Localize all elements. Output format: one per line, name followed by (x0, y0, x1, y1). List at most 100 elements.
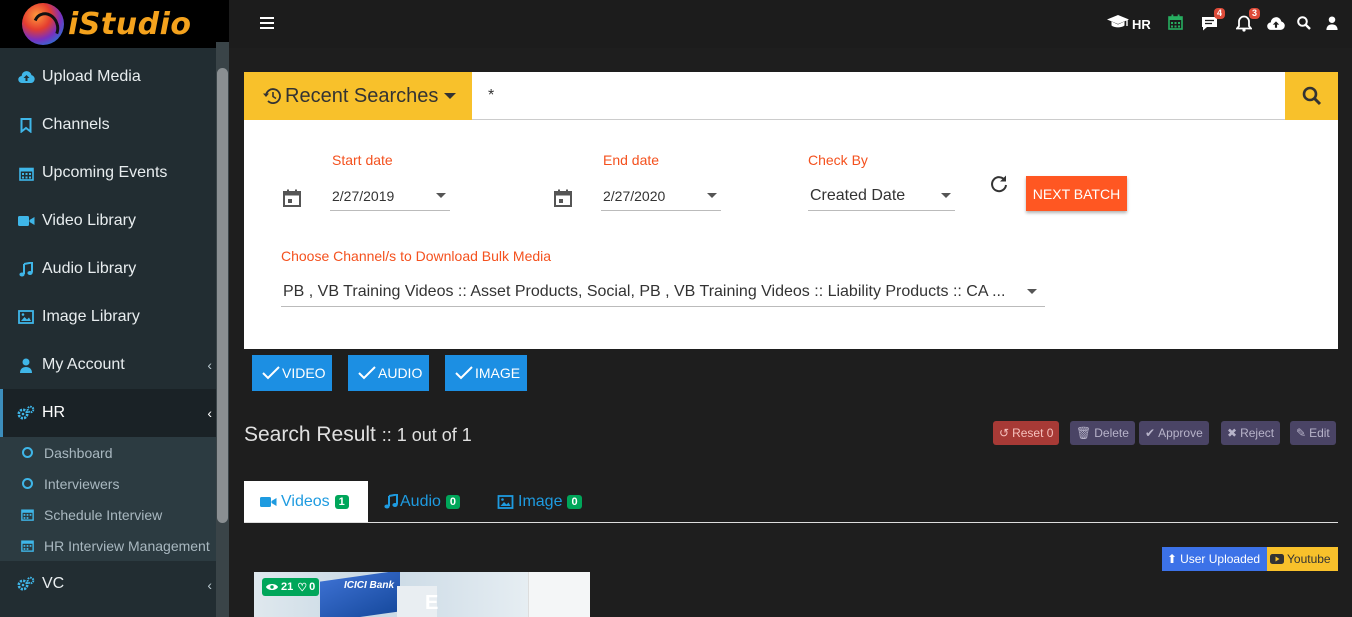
user-icon[interactable] (1326, 16, 1338, 33)
upload-icon: ⬆ (1167, 552, 1178, 566)
app-logo[interactable]: iStudio (0, 0, 229, 48)
youtube-icon (1270, 554, 1284, 564)
youtube-label: Youtube (1287, 552, 1331, 566)
sidebar-item-my-account[interactable]: My Account ‹ (0, 341, 229, 389)
sidebar-subitem-interviewers[interactable]: Interviewers (0, 468, 229, 499)
calendar-icon (17, 164, 35, 182)
filter-panel: Start date 2/27/2019 End date 2/27/2020 … (244, 120, 1338, 349)
sidebar-item-label: Audio Library (42, 260, 137, 277)
hamburger-menu-icon[interactable] (260, 17, 274, 29)
search-button[interactable] (1285, 72, 1338, 120)
sidebar-subitem-label: Interviewers (44, 475, 120, 492)
graduation-cap-icon[interactable] (1107, 15, 1129, 32)
eye-icon (266, 583, 278, 591)
sidebar-item-upcoming-events[interactable]: Upcoming Events (0, 149, 229, 197)
image-icon (17, 308, 35, 326)
calendar-icon[interactable] (553, 188, 573, 208)
caret-down-icon (707, 193, 717, 198)
caret-down-icon (941, 193, 951, 198)
gears-icon (17, 575, 35, 593)
end-date-select[interactable]: 2/27/2020 (601, 181, 721, 211)
start-date-value: 2/27/2019 (332, 187, 395, 204)
start-date-label: Start date (332, 152, 393, 168)
check-by-select[interactable]: Created Date (808, 181, 955, 211)
reject-button[interactable]: ✖ Reject (1221, 421, 1281, 445)
edit-label: Edit (1309, 426, 1330, 440)
video-camera-icon (17, 212, 35, 230)
chevron-left-icon: ‹ (207, 577, 212, 593)
cloud-upload-icon (17, 68, 35, 86)
sidebar: iStudio Upload Media Channels Upcoming E… (0, 0, 229, 617)
sidebar-item-label: HR (42, 404, 66, 421)
calendar-icon (20, 508, 34, 522)
image-type-toggle[interactable]: IMAGE (445, 355, 527, 391)
check-icon: ✔ (1145, 426, 1156, 440)
check-by-value: Created Date (810, 186, 906, 204)
thumbnail-letter: E (425, 592, 439, 614)
sidebar-item-audio-library[interactable]: Audio Library (0, 245, 229, 293)
bookmark-icon (17, 116, 35, 134)
sidebar-subitem-label: Dashboard (44, 444, 113, 461)
tab-label: Audio (400, 492, 441, 510)
video-type-toggle[interactable]: VIDEO (252, 355, 332, 391)
recent-searches-label: Recent Searches (285, 84, 439, 107)
sidebar-item-channels[interactable]: Channels (0, 101, 229, 149)
sidebar-item-label: Video Library (42, 212, 136, 229)
sidebar-item-video-library[interactable]: Video Library (0, 197, 229, 245)
calendar-icon[interactable] (282, 188, 302, 208)
next-batch-button[interactable]: NEXT BATCH (1026, 176, 1127, 211)
media-tabs: Videos 1 Audio 0 Image 0 (244, 481, 1338, 523)
video-camera-icon (260, 496, 277, 508)
reset-button[interactable]: ↺ Reset 0 (993, 421, 1060, 445)
tab-image[interactable]: Image 0 (481, 481, 598, 522)
tab-audio[interactable]: Audio 0 (368, 481, 476, 522)
cloud-upload-icon[interactable] (1266, 16, 1286, 34)
hr-submenu: Dashboard Interviewers Schedule Intervie… (0, 437, 229, 561)
notifications-count-badge: 3 (1249, 8, 1261, 19)
reject-label: Reject (1240, 426, 1275, 440)
media-stats-badge: 21 ♡ 0 (262, 578, 320, 596)
thumbnail-logo-text: ICICI Bank (344, 580, 395, 591)
user-uploaded-filter[interactable]: ⬆ User Uploaded (1162, 547, 1267, 571)
checkmark-icon (455, 366, 473, 380)
sidebar-subitem-schedule-interview[interactable]: Schedule Interview (0, 499, 229, 530)
search-icon (1302, 86, 1322, 106)
search-input[interactable] (472, 72, 1285, 120)
sidebar-item-upload-media[interactable]: Upload Media (0, 53, 229, 101)
refresh-icon[interactable] (989, 174, 1009, 199)
user-role-label[interactable]: HR (1132, 17, 1151, 32)
sidebar-item-label: Channels (42, 116, 110, 133)
youtube-filter[interactable]: Youtube (1267, 547, 1338, 571)
calendar-icon[interactable] (1168, 14, 1183, 33)
search-result-heading: Search Result :: 1 out of 1 (244, 423, 472, 447)
recent-searches-dropdown[interactable]: Recent Searches (244, 72, 472, 120)
thumbnail-building-graphic (320, 572, 400, 617)
sidebar-item-hr[interactable]: HR ‹ (0, 389, 229, 437)
tab-videos[interactable]: Videos 1 (244, 481, 368, 522)
channels-label: Choose Channel/s to Download Bulk Media (281, 248, 552, 264)
sidebar-item-vc[interactable]: VC ‹ (0, 561, 229, 607)
caret-down-icon (436, 193, 446, 198)
sidebar-item-image-library[interactable]: Image Library (0, 293, 229, 341)
edit-button[interactable]: ✎ Edit (1290, 421, 1336, 445)
checkmark-icon (262, 366, 280, 380)
chevron-left-icon: ‹ (207, 357, 212, 373)
end-date-label: End date (603, 152, 660, 168)
user-icon (17, 356, 35, 374)
audio-type-toggle[interactable]: AUDIO (348, 355, 429, 391)
image-type-label: IMAGE (475, 365, 521, 381)
start-date-select[interactable]: 2/27/2019 (330, 181, 450, 211)
user-uploaded-label: User Uploaded (1180, 552, 1261, 566)
history-icon (262, 87, 282, 105)
search-icon[interactable] (1297, 16, 1311, 33)
sidebar-subitem-dashboard[interactable]: Dashboard (0, 437, 229, 468)
delete-button[interactable]: 🗑 Delete (1070, 421, 1135, 445)
sidebar-nav: Upload Media Channels Upcoming Events Vi… (0, 48, 229, 607)
channels-select[interactable]: PB , VB Training Videos :: Asset Product… (281, 277, 1045, 307)
sidebar-subitem-hr-interview-management[interactable]: HR Interview Management (0, 530, 229, 561)
sidebar-item-label: Upload Media (42, 68, 141, 85)
approve-button[interactable]: ✔ Approve (1139, 421, 1209, 445)
messages-icon[interactable] (1201, 16, 1218, 34)
sidebar-scrollbar-thumb[interactable] (217, 68, 228, 523)
sidebar-item-label: Image Library (42, 308, 140, 325)
